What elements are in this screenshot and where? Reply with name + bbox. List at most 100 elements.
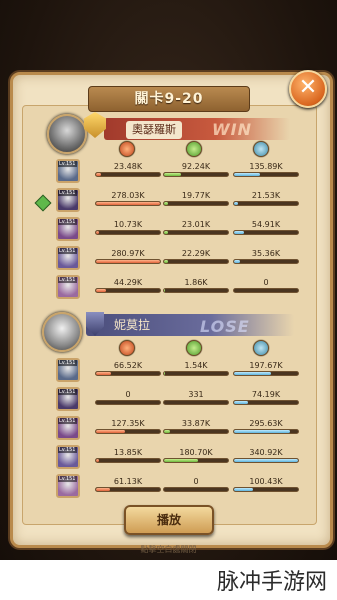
winner-banner: 奧瑟羅斯	[104, 118, 290, 140]
hero-portrait[interactable]: Lv.151	[56, 217, 80, 241]
defense-stat: 197.67K	[233, 361, 299, 376]
defense-stat: 295.63K	[233, 419, 299, 434]
winner-avatar[interactable]	[47, 114, 87, 154]
hero-portrait[interactable]: Lv.151	[56, 159, 80, 183]
defense-bar	[233, 230, 299, 235]
defense-stat: 340.92K	[233, 448, 299, 463]
heal-bar	[163, 487, 229, 492]
heal-icon	[186, 141, 202, 157]
damage-value: 280.97K	[111, 249, 145, 258]
damage-bar	[95, 230, 161, 235]
defense-bar	[233, 458, 299, 463]
damage-value: 127.35K	[111, 419, 145, 428]
damage-value: 13.85K	[113, 448, 143, 457]
loser-avatar[interactable]	[42, 312, 82, 352]
hero-level: Lv.151	[58, 418, 77, 424]
defense-bar-fill	[234, 231, 245, 234]
defense-value: 35.36K	[251, 249, 281, 258]
heal-bar-fill	[164, 372, 165, 375]
damage-bar-fill	[96, 459, 100, 462]
hero-level: Lv.151	[58, 447, 77, 453]
hero-level: Lv.151	[58, 389, 77, 395]
damage-stat: 66.52K	[95, 361, 161, 376]
heal-stat: 0	[163, 477, 229, 492]
defense-stat: 100.43K	[233, 477, 299, 492]
hero-portrait[interactable]: Lv.151	[56, 188, 80, 212]
damage-stat: 10.73K	[95, 220, 161, 235]
damage-stat: 13.85K	[95, 448, 161, 463]
damage-bar	[95, 371, 161, 376]
heal-value: 180.70K	[179, 448, 213, 457]
defense-value: 135.89K	[249, 162, 283, 171]
hero-level: Lv.151	[58, 190, 77, 196]
close-button[interactable]: ✕	[289, 70, 327, 108]
heal-icon	[186, 340, 202, 356]
damage-bar-fill	[96, 488, 111, 491]
close-icon: ✕	[298, 75, 318, 100]
heal-bar-fill	[164, 231, 169, 234]
heal-stat: 1.54K	[163, 361, 229, 376]
defense-value: 295.63K	[249, 419, 283, 428]
heal-value: 1.54K	[184, 361, 208, 370]
damage-bar	[95, 201, 161, 206]
defense-bar	[233, 429, 299, 434]
damage-bar-fill	[96, 372, 112, 375]
heal-bar-fill	[164, 430, 171, 433]
close-hint: 點擊空白處關閉	[140, 545, 197, 554]
heal-bar	[163, 201, 229, 206]
damage-bar	[95, 288, 161, 293]
defense-bar-fill	[234, 430, 290, 433]
damage-stat: 0	[95, 390, 161, 405]
heal-bar-fill	[164, 289, 165, 292]
defense-bar-fill	[234, 260, 241, 263]
damage-bar-fill	[96, 289, 107, 292]
hero-portrait[interactable]: Lv.151	[56, 416, 80, 440]
heal-bar	[163, 172, 229, 177]
heal-stat: 331	[163, 390, 229, 405]
hero-level: Lv.151	[58, 161, 77, 167]
hero-level: Lv.151	[58, 360, 77, 366]
hero-portrait[interactable]: Lv.151	[56, 246, 80, 270]
damage-stat: 61.13K	[95, 477, 161, 492]
defense-bar	[233, 400, 299, 405]
defense-bar	[233, 371, 299, 376]
defense-bar	[233, 201, 299, 206]
defense-bar-fill	[234, 488, 254, 491]
heal-bar	[163, 429, 229, 434]
defense-stat: 0	[233, 278, 299, 293]
heal-value: 23.01K	[181, 220, 211, 229]
hero-portrait[interactable]: Lv.151	[56, 474, 80, 498]
defense-bar	[233, 172, 299, 177]
hero-portrait[interactable]: Lv.151	[56, 275, 80, 299]
heal-bar-fill	[164, 173, 182, 176]
damage-bar-fill	[96, 173, 102, 176]
replay-button[interactable]: 播放	[124, 505, 214, 535]
heal-stat: 33.87K	[163, 419, 229, 434]
hero-portrait[interactable]: Lv.151	[56, 387, 80, 411]
defense-bar-fill	[234, 401, 249, 404]
heal-bar-fill	[164, 202, 168, 205]
damage-bar-fill	[96, 231, 99, 234]
damage-bar	[95, 172, 161, 177]
watermark-text: 脉冲手游网	[216, 570, 327, 595]
hero-portrait[interactable]: Lv.151	[56, 445, 80, 469]
defense-bar-fill	[234, 459, 298, 462]
damage-bar	[95, 259, 161, 264]
heal-value: 92.24K	[181, 162, 211, 171]
damage-bar	[95, 429, 161, 434]
heal-bar	[163, 458, 229, 463]
defense-value: 21.53K	[251, 191, 281, 200]
heal-bar-fill	[164, 260, 169, 263]
defense-icon	[253, 340, 269, 356]
hero-portrait[interactable]: Lv.151	[56, 358, 80, 382]
stage-title: 關卡9-20	[88, 86, 250, 112]
hero-level: Lv.151	[58, 476, 77, 482]
defense-stat: 135.89K	[233, 162, 299, 177]
win-label: WIN	[212, 120, 252, 139]
hero-level: Lv.151	[58, 219, 77, 225]
damage-bar-fill	[96, 202, 160, 205]
defense-value: 340.92K	[249, 448, 283, 457]
heal-stat: 19.77K	[163, 191, 229, 206]
damage-bar-fill	[96, 430, 125, 433]
heal-bar	[163, 259, 229, 264]
